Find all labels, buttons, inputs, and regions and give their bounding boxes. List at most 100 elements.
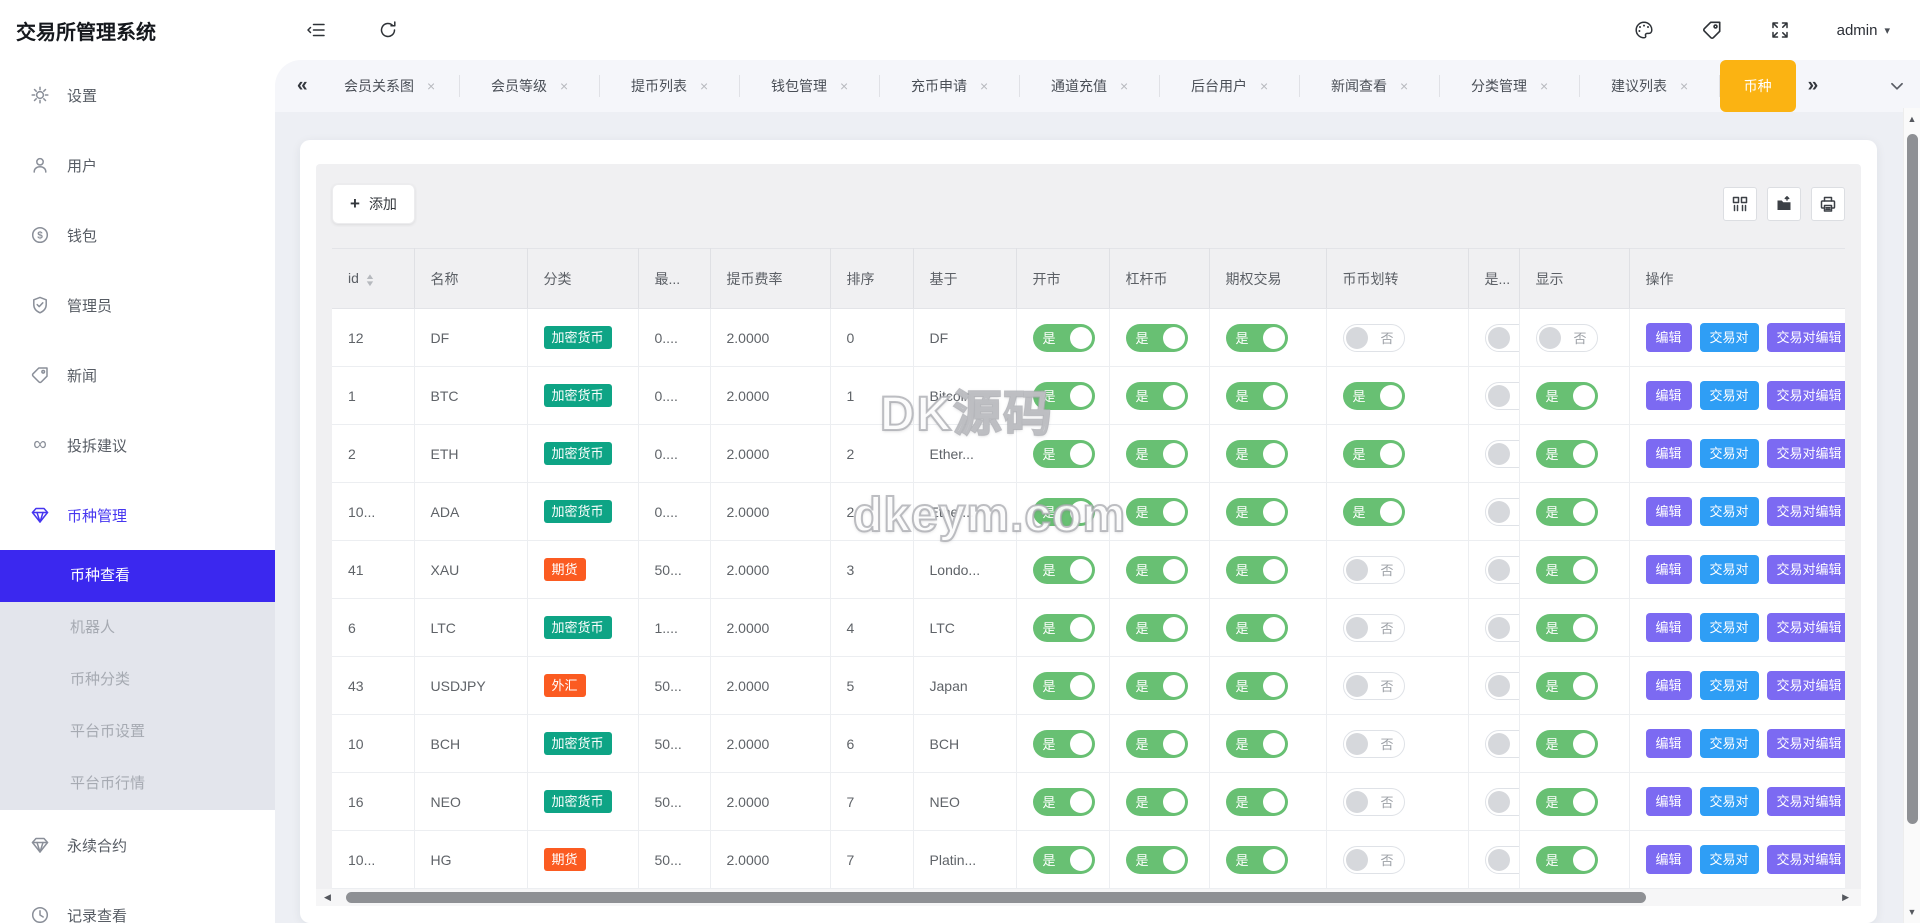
tab-close-icon[interactable]: × bbox=[1260, 78, 1268, 94]
toggle-switch[interactable]: 是 bbox=[1226, 382, 1288, 410]
toggle-switch[interactable]: 是 bbox=[1126, 730, 1188, 758]
toggle-switch[interactable]: 是 bbox=[1033, 672, 1095, 700]
toggle-switch[interactable] bbox=[1485, 730, 1519, 758]
edit-button[interactable]: 编辑 bbox=[1646, 787, 1692, 816]
toggle-switch[interactable]: 是 bbox=[1226, 614, 1288, 642]
refresh-icon[interactable] bbox=[377, 19, 399, 41]
pairs-button[interactable]: 交易对 bbox=[1700, 787, 1759, 816]
toggle-switch[interactable]: 是 bbox=[1226, 672, 1288, 700]
toggle-switch[interactable]: 是 bbox=[1226, 324, 1288, 352]
tab-item[interactable]: 会员关系图× bbox=[320, 60, 460, 112]
pairs-button[interactable]: 交易对 bbox=[1700, 497, 1759, 526]
sidebar-item-gem[interactable]: 币种管理 bbox=[0, 480, 275, 550]
pair-edit-button[interactable]: 交易对编辑 bbox=[1767, 439, 1845, 468]
toggle-switch[interactable]: 否 bbox=[1343, 846, 1405, 874]
toggle-switch[interactable]: 是 bbox=[1536, 614, 1598, 642]
submenu-item[interactable]: 平台币设置 bbox=[0, 706, 275, 758]
column-header-name[interactable]: 名称 bbox=[414, 249, 527, 309]
toggle-switch[interactable]: 是 bbox=[1343, 498, 1405, 526]
sidebar-item-gear[interactable]: 设置 bbox=[0, 60, 275, 130]
toggle-switch[interactable]: 是 bbox=[1536, 440, 1598, 468]
tab-item[interactable]: 新闻查看× bbox=[1300, 60, 1440, 112]
toggle-switch[interactable]: 否 bbox=[1343, 324, 1405, 352]
scroll-right-icon[interactable]: ▶ bbox=[1842, 892, 1849, 903]
tab-item[interactable]: 币种 bbox=[1720, 60, 1796, 112]
toggle-switch[interactable]: 否 bbox=[1343, 788, 1405, 816]
toggle-switch[interactable]: 是 bbox=[1033, 324, 1095, 352]
pair-edit-button[interactable]: 交易对编辑 bbox=[1767, 729, 1845, 758]
tab-close-icon[interactable]: × bbox=[1400, 78, 1408, 94]
toggle-switch[interactable] bbox=[1485, 672, 1519, 700]
column-header-fee[interactable]: 提币费率 bbox=[710, 249, 830, 309]
pair-edit-button[interactable]: 交易对编辑 bbox=[1767, 613, 1845, 642]
sidebar-item-wallet[interactable]: $钱包 bbox=[0, 200, 275, 270]
toggle-switch[interactable]: 是 bbox=[1536, 382, 1598, 410]
toggle-switch[interactable]: 是 bbox=[1343, 440, 1405, 468]
admin-dropdown[interactable]: admin ▾ bbox=[1837, 22, 1890, 39]
tab-item[interactable]: 钱包管理× bbox=[740, 60, 880, 112]
submenu-item[interactable]: 机器人 bbox=[0, 602, 275, 654]
toggle-switch[interactable] bbox=[1485, 556, 1519, 584]
tab-item[interactable]: 提币列表× bbox=[600, 60, 740, 112]
column-header-actions[interactable]: 操作 bbox=[1629, 249, 1845, 309]
pairs-button[interactable]: 交易对 bbox=[1700, 671, 1759, 700]
tab-close-icon[interactable]: × bbox=[560, 78, 568, 94]
edit-button[interactable]: 编辑 bbox=[1646, 497, 1692, 526]
toggle-switch[interactable]: 是 bbox=[1226, 730, 1288, 758]
edit-button[interactable]: 编辑 bbox=[1646, 613, 1692, 642]
edit-button[interactable]: 编辑 bbox=[1646, 845, 1692, 874]
tabs-scroll-left-icon[interactable]: « bbox=[285, 75, 320, 97]
tag-icon[interactable] bbox=[1701, 19, 1723, 41]
column-header-transfer[interactable]: 币币划转 bbox=[1326, 249, 1468, 309]
add-button[interactable]: + 添加 bbox=[332, 184, 415, 224]
column-header-partial[interactable]: 是... bbox=[1468, 249, 1519, 309]
toggle-switch[interactable] bbox=[1485, 324, 1519, 352]
edit-button[interactable]: 编辑 bbox=[1646, 729, 1692, 758]
tabs-menu-chevron-down-icon[interactable] bbox=[1888, 77, 1906, 95]
tab-close-icon[interactable]: × bbox=[1540, 78, 1548, 94]
submenu-item[interactable]: 平台币行情 bbox=[0, 758, 275, 810]
sidebar-item-user[interactable]: 用户 bbox=[0, 130, 275, 200]
tabs-scroll-right-icon[interactable]: » bbox=[1796, 75, 1831, 97]
toggle-switch[interactable]: 否 bbox=[1343, 556, 1405, 584]
toggle-switch[interactable]: 是 bbox=[1033, 498, 1095, 526]
scroll-left-icon[interactable]: ◀ bbox=[324, 892, 331, 903]
toggle-switch[interactable]: 是 bbox=[1536, 556, 1598, 584]
fullscreen-icon[interactable] bbox=[1769, 19, 1791, 41]
toggle-switch[interactable]: 是 bbox=[1033, 556, 1095, 584]
toggle-switch[interactable] bbox=[1485, 614, 1519, 642]
column-header-max[interactable]: 最... bbox=[638, 249, 710, 309]
pair-edit-button[interactable]: 交易对编辑 bbox=[1767, 497, 1845, 526]
pairs-button[interactable]: 交易对 bbox=[1700, 439, 1759, 468]
theme-palette-icon[interactable] bbox=[1633, 19, 1655, 41]
column-header-show[interactable]: 显示 bbox=[1519, 249, 1629, 309]
toggle-switch[interactable]: 是 bbox=[1033, 382, 1095, 410]
toggle-switch[interactable]: 是 bbox=[1126, 498, 1188, 526]
column-header-open[interactable]: 开市 bbox=[1016, 249, 1109, 309]
pair-edit-button[interactable]: 交易对编辑 bbox=[1767, 787, 1845, 816]
column-header-option[interactable]: 期权交易 bbox=[1209, 249, 1326, 309]
print-icon[interactable] bbox=[1811, 187, 1845, 221]
submenu-item[interactable]: 币种查看 bbox=[0, 550, 275, 602]
tab-close-icon[interactable]: × bbox=[840, 78, 848, 94]
pairs-button[interactable]: 交易对 bbox=[1700, 381, 1759, 410]
sidebar-item-tag[interactable]: 新闻 bbox=[0, 340, 275, 410]
pair-edit-button[interactable]: 交易对编辑 bbox=[1767, 845, 1845, 874]
toggle-switch[interactable]: 是 bbox=[1126, 382, 1188, 410]
toggle-switch[interactable]: 是 bbox=[1033, 788, 1095, 816]
toggle-switch[interactable]: 否 bbox=[1343, 730, 1405, 758]
pairs-button[interactable]: 交易对 bbox=[1700, 555, 1759, 584]
toggle-switch[interactable]: 是 bbox=[1536, 672, 1598, 700]
toggle-switch[interactable]: 是 bbox=[1126, 614, 1188, 642]
toggle-switch[interactable]: 是 bbox=[1343, 382, 1405, 410]
toggle-switch[interactable]: 是 bbox=[1536, 846, 1598, 874]
toggle-switch[interactable] bbox=[1485, 846, 1519, 874]
toggle-switch[interactable]: 是 bbox=[1126, 324, 1188, 352]
tab-item[interactable]: 建议列表× bbox=[1580, 60, 1720, 112]
toggle-switch[interactable] bbox=[1485, 498, 1519, 526]
toggle-switch[interactable]: 是 bbox=[1536, 788, 1598, 816]
toggle-switch[interactable]: 是 bbox=[1126, 846, 1188, 874]
export-icon[interactable] bbox=[1767, 187, 1801, 221]
toggle-switch[interactable]: 是 bbox=[1536, 498, 1598, 526]
sidebar-item-clock[interactable]: 记录查看 bbox=[0, 880, 275, 923]
